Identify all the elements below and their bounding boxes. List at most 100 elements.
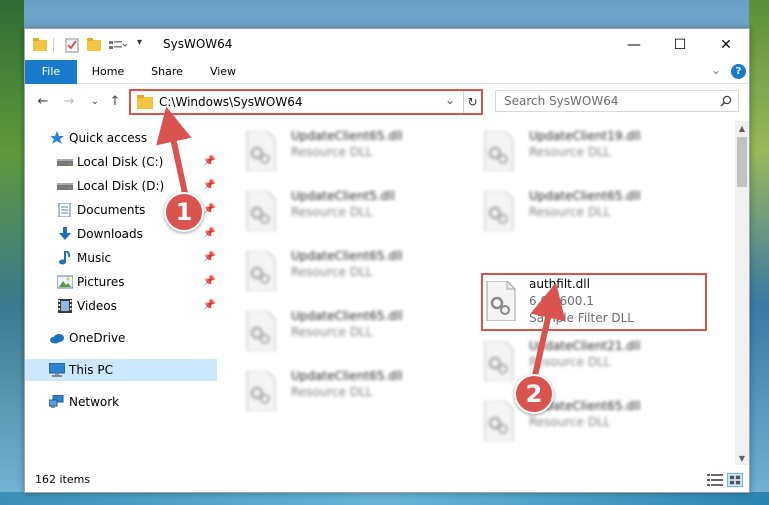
file-name: UpdateClient65.dll — [291, 249, 403, 263]
back-button[interactable]: ← — [33, 91, 53, 111]
status-bar: 162 items — [25, 469, 749, 492]
scroll-thumb[interactable] — [737, 137, 747, 187]
sidebar-item-label: Quick access — [69, 131, 148, 145]
dll-file-icon — [246, 131, 276, 171]
pin-icon[interactable]: 📌 — [203, 247, 215, 269]
file-item[interactable]: UpdateClient65.dll Resource DLL — [243, 305, 473, 357]
file-name: UpdateClient5.dll — [291, 189, 395, 203]
sidebar-item-label: Downloads — [77, 227, 143, 241]
dll-file-icon — [246, 251, 276, 291]
forward-button[interactable]: → — [59, 91, 79, 111]
sidebar-item-label: Network — [69, 395, 120, 409]
file-item[interactable]: UpdateClient65.dll Resource DLL — [243, 125, 473, 177]
scroll-up-icon[interactable]: ▲ — [735, 121, 749, 135]
file-type: Resource DLL — [291, 385, 373, 399]
sidebar-item-quick-access[interactable]: Quick access — [25, 127, 217, 149]
file-type: Resource DLL — [291, 325, 373, 339]
pin-icon[interactable]: 📌 — [203, 295, 215, 317]
pin-icon[interactable]: 📌 — [203, 199, 215, 221]
file-name: authfilt.dll — [529, 277, 590, 291]
sidebar-item-local-disk-c[interactable]: Local Disk (C:) 📌 — [25, 151, 217, 173]
file-name: UpdateClient65.dll — [291, 309, 403, 323]
sidebar-item-music[interactable]: Music 📌 — [25, 247, 217, 269]
maximize-button[interactable]: ☐ — [657, 29, 703, 60]
drive-icon — [57, 159, 73, 166]
dll-file-icon — [246, 371, 276, 411]
tab-share[interactable]: Share — [143, 60, 191, 84]
minimize-button[interactable]: — — [611, 29, 657, 60]
file-item[interactable]: UpdateClient21.dll Resource DLL — [481, 335, 711, 387]
dll-file-icon — [484, 401, 514, 441]
address-dropdown-icon[interactable]: ⌄ — [445, 93, 455, 107]
pin-icon[interactable]: 📌 — [203, 271, 215, 293]
drive-icon — [57, 183, 73, 190]
file-type: Resource DLL — [291, 265, 373, 279]
qa-dropdown-icon[interactable]: ▾ — [137, 37, 142, 48]
recent-locations-button[interactable]: ⌄ — [85, 91, 105, 111]
up-button[interactable]: ↑ — [105, 91, 125, 111]
tab-view[interactable]: View — [201, 60, 245, 84]
cloud-icon — [50, 334, 64, 344]
qa-divider — [53, 38, 54, 52]
tab-home[interactable]: Home — [85, 60, 131, 84]
scroll-down-icon[interactable]: ▼ — [735, 451, 749, 465]
video-icon — [58, 299, 72, 313]
search-box[interactable] — [495, 90, 739, 112]
sidebar-item-label: This PC — [69, 363, 113, 377]
help-icon[interactable]: ? — [731, 64, 746, 79]
close-button[interactable]: ✕ — [703, 29, 749, 60]
window-title: SysWOW64 — [163, 37, 233, 51]
sidebar-item-onedrive[interactable]: OneDrive — [25, 327, 217, 349]
file-type: Resource DLL — [529, 355, 611, 369]
refresh-button[interactable]: ↻ — [463, 91, 481, 113]
file-item[interactable]: UpdateClient65.dll Resource DLL — [243, 365, 473, 417]
file-list: UpdateClient65.dll Resource DLL UpdateCl… — [219, 121, 735, 465]
customize-qa-icon[interactable] — [109, 37, 127, 53]
file-type: Resource DLL — [529, 205, 611, 219]
file-item[interactable]: UpdateClient19.dll Resource DLL — [481, 125, 711, 177]
star-icon — [50, 131, 64, 144]
properties-icon[interactable] — [65, 37, 79, 53]
new-folder-icon[interactable] — [87, 37, 101, 53]
pin-icon[interactable]: 📌 — [203, 151, 215, 173]
details-view-icon[interactable] — [707, 473, 723, 487]
file-name: UpdateClient65.dll — [529, 189, 641, 203]
navigation-bar: ← → ⌄ ↑ C:\Windows\SysWOW64 ⌄ ↻ — [25, 87, 749, 117]
address-field[interactable]: C:\Windows\SysWOW64 ⌄ — [131, 91, 461, 113]
tab-file[interactable]: File — [25, 60, 77, 84]
file-name: UpdateClient65.dll — [291, 369, 403, 383]
folder-icon — [137, 95, 153, 109]
search-icon[interactable] — [720, 95, 732, 107]
title-bar: ▾ SysWOW64 — ☐ ✕ — [25, 29, 749, 60]
desktop-background-bottom — [0, 492, 769, 505]
sidebar-item-videos[interactable]: Videos 📌 — [25, 295, 217, 317]
pin-icon[interactable]: 📌 — [203, 223, 215, 245]
sidebar-item-label: Videos — [77, 299, 117, 313]
file-item-authfilt[interactable]: authfilt.dll 6.0.2600.1 Sample Filter DL… — [483, 277, 713, 329]
sidebar-item-label: Documents — [77, 203, 146, 217]
file-item[interactable]: UpdateClient65.dll Resource DLL — [243, 245, 473, 297]
file-item[interactable]: UpdateClient5.dll Resource DLL — [243, 185, 473, 237]
pictures-icon — [57, 275, 73, 289]
sidebar-item-pictures[interactable]: Pictures 📌 — [25, 271, 217, 293]
sidebar-item-this-pc[interactable]: This PC — [25, 359, 217, 381]
vertical-scrollbar[interactable]: ▲ ▼ — [735, 121, 749, 465]
item-count: 162 items — [35, 473, 91, 486]
navigation-pane: Quick access Local Disk (C:) 📌 Local Dis… — [25, 121, 217, 465]
address-path: C:\Windows\SysWOW64 — [159, 95, 303, 109]
sidebar-item-label: Local Disk (C:) — [77, 155, 164, 169]
search-input[interactable] — [504, 94, 704, 108]
address-bar[interactable]: C:\Windows\SysWOW64 ⌄ ↻ — [129, 89, 483, 115]
file-item[interactable]: UpdateClient65.dll Resource DLL — [481, 185, 711, 237]
dll-file-icon — [246, 191, 276, 231]
file-name: UpdateClient21.dll — [529, 339, 641, 353]
dll-file-icon — [246, 311, 276, 351]
pin-icon[interactable]: 📌 — [203, 175, 215, 197]
sidebar-item-network[interactable]: Network — [25, 391, 217, 413]
file-type: Resource DLL — [291, 205, 373, 219]
tiles-view-icon[interactable] — [727, 473, 743, 487]
file-type: Resource DLL — [291, 145, 373, 159]
file-description: Sample Filter DLL — [529, 311, 634, 325]
ribbon-tabs: File Home Share View ⌄ ? — [25, 60, 749, 84]
ribbon-collapse-icon[interactable]: ⌄ — [711, 63, 721, 77]
